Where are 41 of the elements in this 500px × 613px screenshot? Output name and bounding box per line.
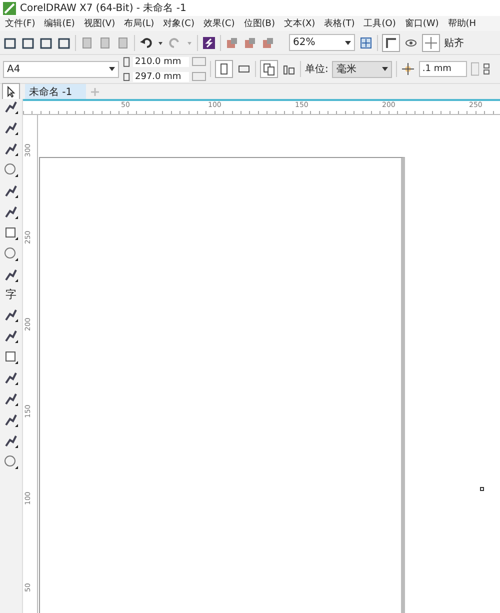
menu-item[interactable]: 布局(L) <box>119 17 158 30</box>
width-field[interactable]: 210.0 mm <box>133 56 189 66</box>
zoom-full-icon[interactable] <box>359 36 373 50</box>
units-label: 单位: <box>305 62 328 76</box>
app-launcher-icon[interactable] <box>202 36 216 50</box>
document-tab[interactable]: 未命名 -1 <box>25 84 86 99</box>
height-field[interactable]: 297.0 mm <box>133 72 189 82</box>
line-icon[interactable] <box>3 307 19 323</box>
menu-item[interactable]: 工具(O) <box>358 17 400 30</box>
caret-icon <box>382 67 388 71</box>
menu-item[interactable]: 对象(C) <box>158 17 198 30</box>
rectangle-icon[interactable] <box>3 225 19 241</box>
menu-item[interactable]: 表格(T) <box>319 17 359 30</box>
menu-item[interactable]: 视图(V) <box>78 17 120 30</box>
ellipse-icon[interactable] <box>3 246 19 262</box>
snap-menu[interactable]: 贴齐 <box>444 36 464 50</box>
undo-icon[interactable] <box>139 36 153 50</box>
window-title: CorelDRAW X7 (64-Bit) - 未命名 -1 <box>20 2 186 15</box>
menu-item[interactable]: 文本(X) <box>278 17 320 30</box>
guidelines-icon[interactable] <box>422 34 440 52</box>
menu-item[interactable]: 效果(C) <box>198 17 239 30</box>
menu-item[interactable]: 帮助(H <box>442 17 480 30</box>
nudge-icon <box>401 62 416 76</box>
zoom-dropdown[interactable]: 62% <box>289 34 355 51</box>
units-dropdown[interactable]: 毫米 <box>332 60 392 78</box>
menu-item[interactable]: 位图(B) <box>238 17 279 30</box>
frame-icon[interactable] <box>382 34 400 52</box>
caret-icon <box>109 67 115 71</box>
portrait-icon[interactable] <box>215 60 233 78</box>
menu-item[interactable]: 窗口(W) <box>400 17 443 30</box>
text-tool[interactable]: 字 <box>6 288 16 302</box>
node-marker <box>480 487 484 491</box>
nudge-field[interactable]: .1 mm <box>419 61 467 77</box>
menu-item[interactable]: 编辑(E) <box>39 17 79 30</box>
freehand-icon[interactable] <box>3 183 19 199</box>
all-pages-icon[interactable] <box>260 60 278 78</box>
pointer-tool-icon[interactable] <box>2 82 20 100</box>
caret-icon <box>345 40 351 44</box>
menu-item[interactable]: 文件(F) <box>0 17 40 30</box>
portrait-page-icon <box>123 54 130 68</box>
page-size-dropdown[interactable]: A4 <box>3 60 119 78</box>
